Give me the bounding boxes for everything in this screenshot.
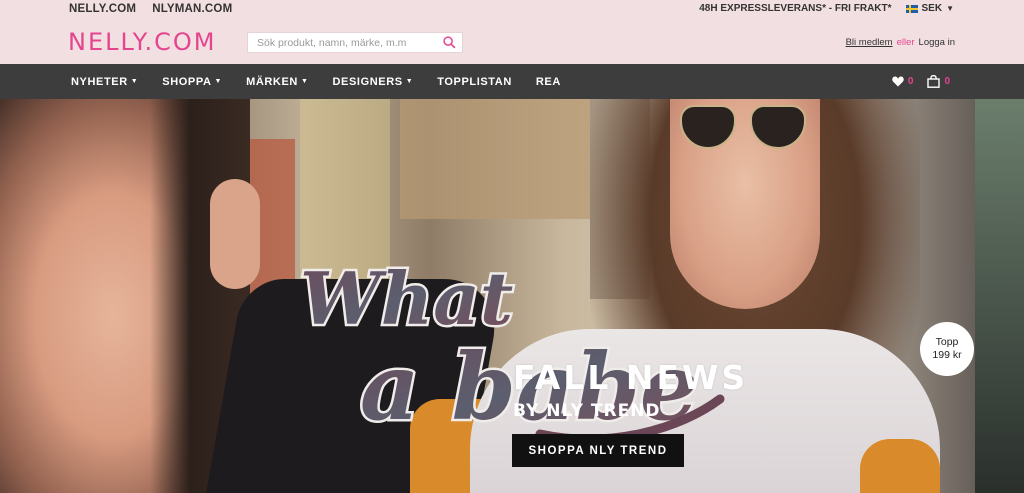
nelly-link[interactable]: NELLY.COM xyxy=(69,3,136,15)
nav-item-shoppa[interactable]: SHOPPA ▼ xyxy=(162,76,222,88)
account-links: Bli medlem eller Logga in xyxy=(846,37,955,48)
promo-bar: 48H EXPRESSLEVERANS* - FRI FRAKT* SEK ▼ xyxy=(699,3,954,14)
site-logo[interactable]: NELLY.COM xyxy=(68,28,216,56)
nav-item-nyheter[interactable]: NYHETER ▼ xyxy=(71,76,138,88)
chevron-down-icon: ▼ xyxy=(405,78,414,85)
login-link[interactable]: Logga in xyxy=(919,37,955,48)
nav-item-label: SHOPPA xyxy=(162,75,212,88)
shop-nly-trend-button[interactable]: SHOPPA NLY TREND xyxy=(512,434,684,467)
nav-item-label: NYHETER xyxy=(71,75,128,88)
price-badge[interactable]: Topp 199 kr xyxy=(920,322,974,376)
main-nav: NYHETER ▼ SHOPPA ▼ MÄRKEN ▼ DESIGNERS ▼ … xyxy=(0,64,1024,99)
currency-label: SEK xyxy=(921,3,943,14)
model-hand xyxy=(210,179,260,289)
script-line-1: What xyxy=(300,256,513,341)
hero-banner[interactable]: What a babe FALL NEWS BY NLY TREND SHOPP… xyxy=(0,99,1024,493)
search-box xyxy=(247,32,463,53)
nlyman-link[interactable]: NLYMAN.COM xyxy=(152,3,232,15)
nav-item-marken[interactable]: MÄRKEN ▼ xyxy=(246,76,308,88)
search-input[interactable] xyxy=(248,33,436,52)
search-button[interactable] xyxy=(436,33,462,52)
wishlist-count: 0 xyxy=(907,76,914,87)
script-logo: What a babe xyxy=(298,254,725,444)
shelf-right xyxy=(975,99,1024,493)
nav-item-topplistan[interactable]: TOPPLISTAN xyxy=(437,76,512,88)
cart-count: 0 xyxy=(944,76,950,87)
or-text: eller xyxy=(896,37,915,48)
chevron-down-icon: ▼ xyxy=(214,78,223,85)
shopping-bag-icon xyxy=(927,75,941,88)
nav-item-label: REA xyxy=(535,75,561,88)
nav-item-label: MÄRKEN xyxy=(246,75,298,88)
hero-subheadline: BY NLY TREND xyxy=(513,401,661,421)
nav-item-designers[interactable]: DESIGNERS ▼ xyxy=(333,76,414,88)
orange-jacket xyxy=(860,439,940,493)
chevron-down-icon: ▼ xyxy=(300,78,309,85)
nav-item-label: DESIGNERS xyxy=(332,75,403,88)
badge-price: 199 kr xyxy=(932,349,962,361)
hero-headline: FALL NEWS xyxy=(513,358,749,397)
top-header: NELLY.COM NLYMAN.COM 48H EXPRESSLEVERANS… xyxy=(0,0,1024,64)
sweden-flag-icon xyxy=(905,4,918,13)
shipping-promo[interactable]: 48H EXPRESSLEVERANS* - FRI FRAKT* xyxy=(699,3,891,14)
badge-label: Topp xyxy=(935,336,959,348)
heart-icon xyxy=(892,76,904,87)
nav-item-label: TOPPLISTAN xyxy=(437,75,512,88)
currency-selector[interactable]: SEK ▼ xyxy=(905,3,954,14)
cart-button[interactable]: 0 xyxy=(927,75,950,88)
nav-item-rea[interactable]: REA xyxy=(536,76,561,88)
chevron-down-icon: ▼ xyxy=(130,78,139,85)
site-switcher: NELLY.COM NLYMAN.COM xyxy=(69,3,232,15)
search-icon xyxy=(442,36,455,49)
join-link[interactable]: Bli medlem xyxy=(846,37,893,48)
wishlist-button[interactable]: 0 xyxy=(892,76,914,87)
chevron-down-icon: ▼ xyxy=(946,4,954,13)
